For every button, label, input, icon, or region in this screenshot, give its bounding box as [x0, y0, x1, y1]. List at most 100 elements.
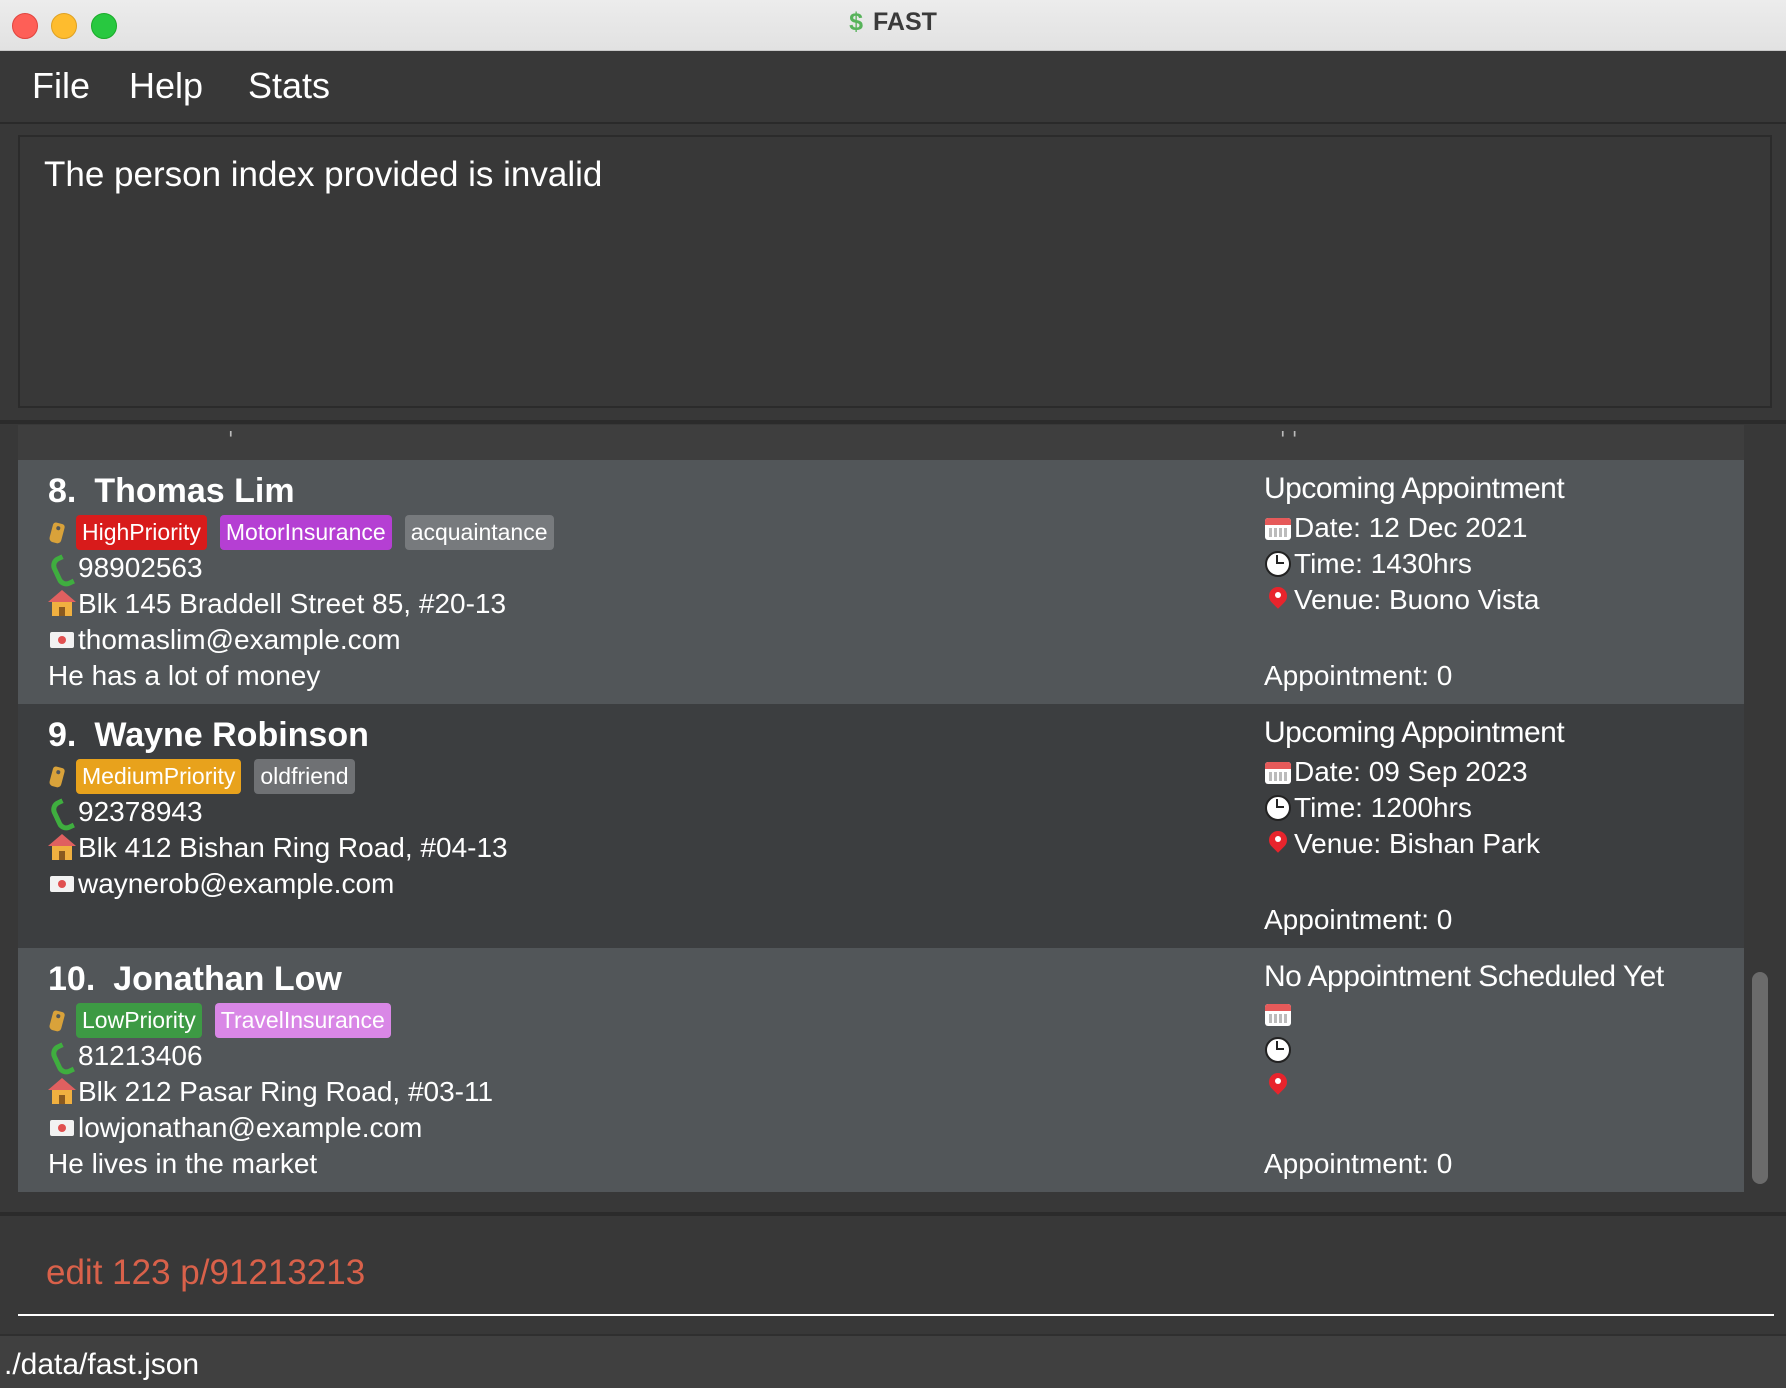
email: waynerob@example.com — [78, 868, 395, 899]
command-box — [18, 1230, 1774, 1316]
appointment-date-row — [1264, 1000, 1294, 1028]
email-row: lowjonathan@example.com — [48, 1112, 422, 1144]
appointment-count: Appointment: 0 — [1264, 1148, 1453, 1179]
appointment-heading: Upcoming Appointment — [1264, 472, 1565, 505]
house-icon — [48, 1078, 76, 1106]
email: thomaslim@example.com — [78, 624, 401, 655]
phone-icon — [48, 1042, 76, 1070]
appointment-count: Appointment: 0 — [1264, 904, 1453, 935]
location-pin-icon — [1264, 583, 1292, 614]
person-name: Jonathan Low — [113, 960, 342, 998]
person-card[interactable]: 8. Thomas Lim HighPriority MotorInsurance… — [18, 460, 1744, 704]
appointment-date: Date: 12 Dec 2021 — [1294, 512, 1528, 543]
window-title: $ FAST — [849, 8, 937, 36]
appointment-time-row: Time: 1430hrs — [1264, 548, 1472, 580]
tag-icon — [48, 763, 68, 789]
command-input[interactable] — [44, 1252, 1748, 1294]
menu-help[interactable]: Help — [129, 65, 203, 107]
result-message: The person index provided is invalid — [44, 155, 603, 194]
appointment-heading: Upcoming Appointment — [1264, 716, 1565, 749]
appointment-count: Appointment: 0 — [1264, 660, 1453, 691]
phone-row: 81213406 — [48, 1040, 203, 1072]
phone-icon — [48, 554, 76, 582]
person-list[interactable]: ' ' ' 8. Thomas Lim HighPriority MotorIns… — [18, 425, 1744, 1195]
appointment-time: Time: 1430hrs — [1294, 548, 1472, 579]
phone-number: 92378943 — [78, 796, 203, 827]
appointment-time-row: Time: 1200hrs — [1264, 792, 1472, 824]
appointment-heading: No Appointment Scheduled Yet — [1264, 960, 1664, 993]
remark: He has a lot of money — [48, 660, 321, 691]
phone-number: 81213406 — [78, 1040, 203, 1071]
tag-oldfriend: oldfriend — [254, 758, 355, 794]
divider — [0, 1212, 1786, 1216]
tag-acquaintance: acquaintance — [404, 514, 554, 550]
location-pin-icon — [1264, 1069, 1292, 1100]
appointment-date-row: Date: 09 Sep 2023 — [1264, 756, 1528, 788]
calendar-icon — [1264, 1000, 1292, 1028]
previous-card-remnant: ' ' ' — [18, 425, 1744, 460]
divider — [0, 420, 1786, 424]
phone-number: 98902563 — [78, 552, 203, 583]
address-row: Blk 212 Pasar Ring Road, #03-11 — [48, 1076, 493, 1108]
phone-row: 98902563 — [48, 552, 203, 584]
tag-icon — [48, 519, 68, 545]
person-name-line: 9. Wayne Robinson — [48, 716, 369, 755]
address-row: Blk 145 Braddell Street 85, #20-13 — [48, 588, 506, 620]
email: lowjonathan@example.com — [78, 1112, 423, 1143]
person-name: Wayne Robinson — [94, 716, 369, 754]
tag-list: HighPriority MotorInsurance acquaintance — [48, 514, 567, 550]
data-file-path: ./data/fast.json — [4, 1348, 200, 1381]
house-icon — [48, 590, 76, 618]
email-icon — [48, 870, 76, 898]
menu-bar: File Help Stats — [0, 51, 1786, 124]
tag-travel-insurance: TravelInsurance — [214, 1002, 391, 1038]
address: Blk 145 Braddell Street 85, #20-13 — [78, 588, 507, 619]
tag-medium-priority: MediumPriority — [76, 758, 242, 794]
person-name-line: 10. Jonathan Low — [48, 960, 342, 999]
house-icon — [48, 834, 76, 862]
clock-icon — [1264, 550, 1292, 578]
tag-list: LowPriority TravelInsurance — [48, 1002, 404, 1038]
email-icon — [48, 626, 76, 654]
person-card[interactable]: 10. Jonathan Low LowPriority TravelInsura… — [18, 948, 1744, 1192]
remark: He lives in the market — [48, 1148, 318, 1179]
status-bar: ./data/fast.json — [0, 1334, 1786, 1388]
appointment-time-row — [1264, 1036, 1294, 1064]
appointment-date-row: Date: 12 Dec 2021 — [1264, 512, 1528, 544]
tag-list: MediumPriority oldfriend — [48, 758, 368, 794]
result-display[interactable]: The person index provided is invalid — [18, 135, 1772, 408]
address: Blk 212 Pasar Ring Road, #03-11 — [78, 1076, 494, 1107]
tag-low-priority: LowPriority — [76, 1002, 202, 1038]
list-scrollbar-thumb[interactable] — [1752, 972, 1768, 1184]
menu-stats[interactable]: Stats — [248, 65, 330, 107]
email-row: waynerob@example.com — [48, 868, 394, 900]
appointment-venue: Venue: Bishan Park — [1294, 828, 1540, 859]
person-name-line: 8. Thomas Lim — [48, 472, 295, 511]
phone-icon — [48, 798, 76, 826]
appointment-venue-row — [1264, 1069, 1294, 1100]
location-pin-icon — [1264, 827, 1292, 858]
phone-row: 92378943 — [48, 796, 203, 828]
appointment-time: Time: 1200hrs — [1294, 792, 1472, 823]
person-name: Thomas Lim — [94, 472, 295, 510]
dollar-icon: $ — [849, 8, 863, 36]
tag-motor-insurance: MotorInsurance — [219, 514, 392, 550]
email-row: thomaslim@example.com — [48, 624, 401, 656]
person-index: 9. — [48, 716, 77, 754]
clock-icon — [1264, 794, 1292, 822]
window-title-bar: $ FAST — [0, 0, 1786, 51]
tag-high-priority: HighPriority — [76, 514, 207, 550]
tag-icon — [48, 1007, 68, 1033]
clock-icon — [1264, 1036, 1292, 1064]
calendar-icon — [1264, 758, 1292, 786]
address: Blk 412 Bishan Ring Road, #04-13 — [78, 832, 508, 863]
appointment-venue-row: Venue: Buono Vista — [1264, 583, 1540, 616]
menu-file[interactable]: File — [32, 65, 90, 107]
person-card[interactable]: 9. Wayne Robinson MediumPriority oldfrien… — [18, 704, 1744, 948]
address-row: Blk 412 Bishan Ring Road, #04-13 — [48, 832, 508, 864]
person-index: 8. — [48, 472, 77, 510]
email-icon — [48, 1114, 76, 1142]
person-index: 10. — [48, 960, 96, 998]
appointment-venue: Venue: Buono Vista — [1294, 584, 1540, 615]
calendar-icon — [1264, 514, 1292, 542]
